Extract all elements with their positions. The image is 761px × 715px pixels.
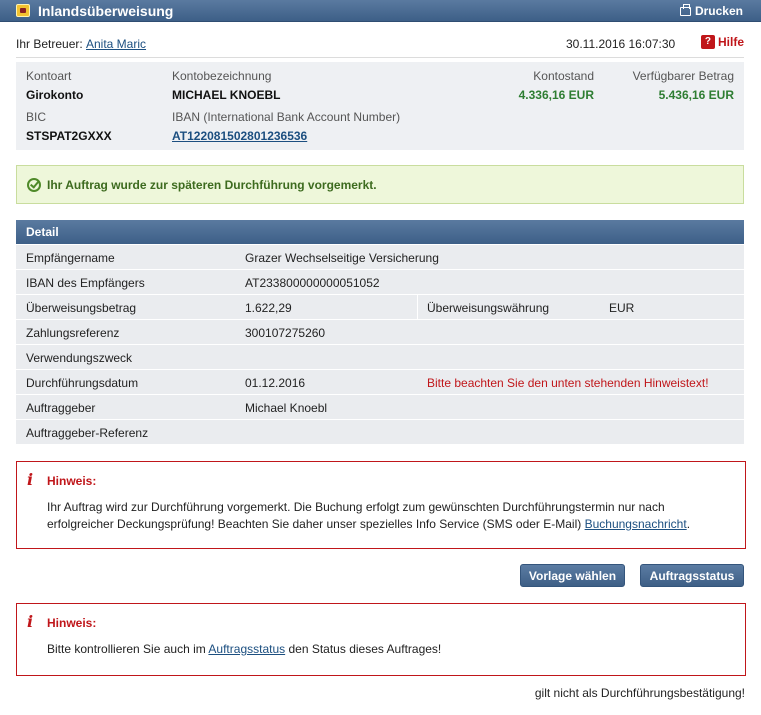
- currency-label: Überweisungswährung: [427, 301, 550, 315]
- hint-title: Hinweis:: [47, 616, 97, 630]
- account-summary: Kontoart Girokonto Kontobezeichnung MICH…: [16, 62, 744, 150]
- print-button[interactable]: Drucken: [679, 3, 743, 18]
- account-name-label: Kontobezeichnung: [172, 69, 272, 83]
- currency-value: EUR: [609, 301, 635, 315]
- bic-label: BIC: [26, 110, 47, 124]
- printer-icon: [679, 3, 691, 16]
- execution-date-label: Durchführungsdatum: [26, 376, 139, 390]
- advisor-link[interactable]: Anita Maric: [86, 37, 146, 51]
- purpose-label: Verwendungszweck: [26, 351, 133, 365]
- table-row: Durchführungsdatum 01.12.2016 Bitte beac…: [16, 370, 744, 395]
- table-row: Überweisungsbetrag 1.622,29 Überweisungs…: [16, 295, 744, 320]
- table-row: Auftraggeber Michael Knoebl: [16, 395, 744, 420]
- account-type-label: Kontoart: [26, 69, 72, 83]
- orderer-value: Michael Knoebl: [245, 401, 328, 415]
- iban-label: IBAN (International Bank Account Number): [172, 110, 401, 124]
- recipient-iban-value: AT233800000000051052: [245, 276, 380, 290]
- booking-notification-link[interactable]: Buchungsnachricht: [585, 517, 687, 531]
- hint-text: Ihr Auftrag wird zur Durchführung vorgem…: [47, 500, 665, 531]
- page-title: Inlandsüberweisung: [38, 3, 174, 19]
- table-row: Verwendungszweck: [16, 345, 744, 370]
- divider: [16, 57, 744, 58]
- hint-prefix: Bitte kontrollieren Sie auch im: [47, 642, 206, 656]
- success-text: Ihr Auftrag wurde zur späteren Durchführ…: [47, 178, 377, 192]
- help-label: Hilfe: [717, 35, 744, 49]
- available-value: 5.436,16 EUR: [658, 88, 734, 102]
- bic-value: STSPAT2GXXX: [26, 129, 112, 143]
- datetime: 30.11.2016 16:07:30: [566, 37, 676, 51]
- check-circle-icon: [27, 178, 41, 192]
- amount-value: 1.622,29: [245, 301, 292, 315]
- hint-suffix: .: [686, 517, 691, 531]
- order-status-button[interactable]: Auftragsstatus: [640, 564, 744, 587]
- account-name-value: MICHAEL KNOEBL: [172, 88, 281, 102]
- execution-date-value: 01.12.2016: [245, 376, 306, 390]
- advisor-row: Ihr Betreuer: Anita Maric 30.11.2016 16:…: [16, 35, 744, 53]
- title-bar: Inlandsüberweisung Drucken: [0, 0, 761, 22]
- hint-body: Bitte kontrollieren Sie auch im Auftrags…: [47, 641, 727, 658]
- success-message: Ihr Auftrag wurde zur späteren Durchführ…: [16, 165, 744, 204]
- orderer-reference-label: Auftraggeber-Referenz: [26, 426, 149, 440]
- hint-box-booking: i Hinweis: Ihr Auftrag wird zur Durchfüh…: [16, 461, 746, 549]
- iban-link[interactable]: AT122081502801236536: [172, 129, 307, 143]
- select-template-button[interactable]: Vorlage wählen: [520, 564, 625, 587]
- table-row: IBAN des Empfängers AT233800000000051052: [16, 270, 744, 295]
- footer-note: gilt nicht als Durchführungsbestätigung!: [534, 686, 745, 700]
- detail-header: Detail: [16, 220, 744, 244]
- info-icon: i: [27, 612, 34, 631]
- hint-suffix: den Status dieses Auftrages!: [288, 642, 442, 656]
- hint-body: Ihr Auftrag wird zur Durchführung vorgem…: [47, 499, 727, 533]
- hint-box-status: i Hinweis: Bitte kontrollieren Sie auch …: [16, 603, 746, 676]
- table-row: Auftraggeber-Referenz: [16, 420, 744, 445]
- advisor-label: Ihr Betreuer:: [16, 37, 83, 51]
- order-status-link[interactable]: Auftragsstatus: [208, 642, 285, 656]
- orderer-label: Auftraggeber: [26, 401, 96, 415]
- hint-title: Hinweis:: [47, 474, 97, 488]
- balance-value: 4.336,16 EUR: [518, 88, 594, 102]
- help-button[interactable]: ? Hilfe: [700, 35, 744, 49]
- recipient-iban-label: IBAN des Empfängers: [26, 276, 145, 290]
- reference-label: Zahlungsreferenz: [26, 326, 120, 340]
- detail-table: Empfängername Grazer Wechselseitige Vers…: [16, 245, 744, 445]
- reference-value: 300107275260: [245, 326, 326, 340]
- recipient-value: Grazer Wechselseitige Versicherung: [245, 251, 439, 265]
- info-icon: i: [27, 470, 34, 489]
- amount-label: Überweisungsbetrag: [26, 301, 137, 315]
- column-divider: [417, 295, 418, 320]
- date-warning: Bitte beachten Sie den unten stehenden H…: [427, 376, 709, 390]
- table-row: Empfängername Grazer Wechselseitige Vers…: [16, 245, 744, 270]
- print-label: Drucken: [694, 4, 743, 18]
- transfer-icon: [16, 4, 30, 17]
- table-row: Zahlungsreferenz 300107275260: [16, 320, 744, 345]
- help-icon: ?: [700, 35, 715, 49]
- available-label: Verfügbarer Betrag: [632, 69, 734, 83]
- balance-label: Kontostand: [533, 69, 594, 83]
- account-type-value: Girokonto: [26, 88, 84, 102]
- detail-title: Detail: [26, 225, 59, 239]
- recipient-label: Empfängername: [26, 251, 115, 265]
